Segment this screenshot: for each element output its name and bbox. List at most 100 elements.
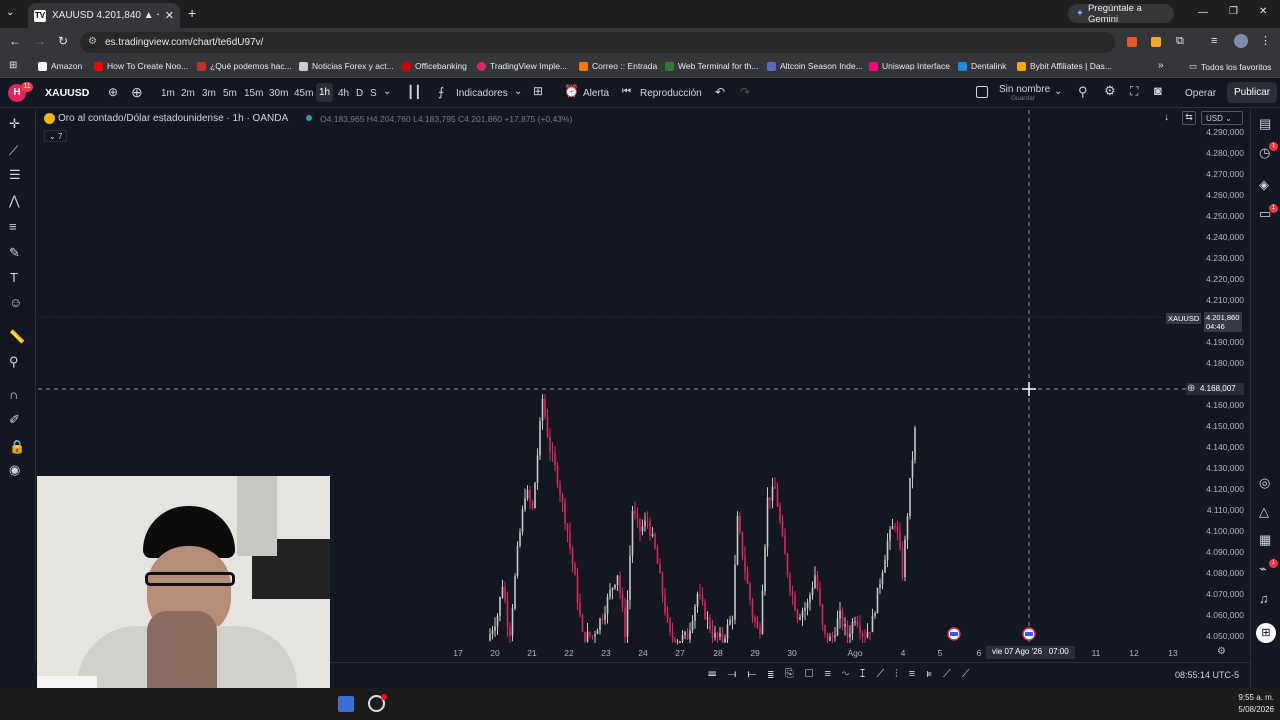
drawing-shortcuts-icon[interactable]: ☰⟞⟝≣⎘▢≡∿ꕯ⟋⫶≡⊧⟋⟋	[708, 668, 980, 681]
bookmark-item[interactable]: Noticias Forex y act...	[299, 61, 394, 71]
tab-close-icon[interactable]: ✕	[165, 9, 174, 22]
position-tool-icon[interactable]: ≡	[9, 219, 17, 234]
apps-menu-icon[interactable]: ⊞	[1256, 623, 1276, 643]
replay-button[interactable]: Reproducción	[640, 88, 702, 99]
tab-menu-icon[interactable]: ⌄	[6, 7, 20, 21]
site-info-icon[interactable]: ⚙	[88, 36, 97, 47]
axis-settings-icon[interactable]: ⚙	[1217, 646, 1226, 657]
tf-30m[interactable]: 30m	[269, 88, 288, 99]
ideas-icon[interactable]: △	[1259, 504, 1269, 520]
emoji-tool-icon[interactable]: ☺	[9, 295, 22, 310]
layout-grid-icon[interactable]: ⊞	[533, 84, 543, 98]
tf-45m[interactable]: 45m	[294, 88, 313, 99]
scale-down-icon[interactable]: ↓	[1164, 112, 1169, 123]
compare-icon[interactable]: ⊕	[108, 85, 118, 99]
legend-title[interactable]: Oro al contado/Dólar estadounidense · 1h…	[58, 113, 288, 124]
publish-button[interactable]: Publicar	[1227, 82, 1278, 103]
symbol-search[interactable]: XAUUSD	[45, 87, 89, 99]
taskbar-time[interactable]: 9:55 a. m.	[1228, 693, 1274, 702]
extension-icon[interactable]	[1151, 37, 1161, 47]
watchlist-icon[interactable]: ▤	[1259, 116, 1271, 132]
stay-drawing-icon[interactable]: ✐	[9, 412, 20, 428]
bookmark-item[interactable]: How To Create Noo...	[94, 61, 188, 71]
scale-sync-icon[interactable]: ⇆	[1182, 111, 1196, 125]
calendar-icon[interactable]: ▦	[1259, 532, 1271, 548]
bookmark-item[interactable]: Dentalink	[958, 61, 1006, 71]
settings-gear-icon[interactable]: ⚙	[1104, 83, 1116, 99]
pattern-tool-icon[interactable]: ⋀	[9, 193, 20, 209]
layout-dropdown-icon[interactable]: ⌄	[1054, 86, 1062, 97]
maximize-icon[interactable]: ❐	[1229, 6, 1238, 17]
crosshair-tool-icon[interactable]: ✛	[9, 116, 20, 132]
candle-type-icon[interactable]: ┃┃	[407, 85, 421, 99]
trendline-tool-icon[interactable]: ⟋	[9, 143, 18, 159]
url-field[interactable]: ⚙ es.tradingview.com/chart/te6dU97v/	[80, 32, 1115, 53]
layout-save-label[interactable]: Guardar	[1011, 95, 1035, 102]
bookmark-item[interactable]: Correo :: Entrada	[579, 61, 657, 71]
tf-4h[interactable]: 4h	[338, 88, 349, 99]
taskbar-date[interactable]: 5/08/2026	[1228, 705, 1274, 714]
tf-2m[interactable]: 2m	[181, 88, 195, 99]
bookmark-item[interactable]: Altcoin Season Inde...	[767, 61, 863, 71]
target-icon[interactable]: ◎	[1259, 475, 1270, 491]
browser-menu-icon[interactable]: ⋮	[1260, 34, 1271, 47]
tf-3m[interactable]: 3m	[202, 88, 216, 99]
media-icon[interactable]: ≡	[1211, 35, 1217, 47]
tf-s[interactable]: S	[370, 88, 377, 99]
lock-icon[interactable]: 🔒	[9, 439, 25, 455]
browser-tab[interactable]: TV XAUUSD 4.201,840 ▲ +3.06% S ✕	[28, 3, 180, 28]
ruler-tool-icon[interactable]: 📏	[9, 329, 25, 345]
tf-15m[interactable]: 15m	[244, 88, 263, 99]
timeframe-dropdown-icon[interactable]: ⌄	[383, 86, 391, 97]
indicators-button[interactable]: Indicadores	[456, 88, 508, 99]
visibility-eye-icon[interactable]: ◉	[9, 462, 20, 478]
magnet-tool-icon[interactable]: ∩	[9, 387, 18, 402]
add-alert-plus-icon[interactable]: ⊕	[1187, 383, 1195, 394]
extensions-puzzle-icon[interactable]: ⧉	[1176, 35, 1184, 48]
minimize-icon[interactable]: —	[1198, 7, 1208, 18]
layout-checkbox-icon[interactable]	[976, 86, 988, 98]
fullscreen-icon[interactable]: ⛶	[1130, 84, 1138, 99]
bookmark-item[interactable]: Uniswap Interface	[869, 61, 950, 71]
quick-search-icon[interactable]: ⚲	[1078, 84, 1088, 100]
fib-tool-icon[interactable]: ☰	[9, 167, 21, 183]
bookmark-item[interactable]: Web Terminal for th...	[665, 61, 758, 71]
redo-icon[interactable]: ↷	[740, 85, 750, 99]
tf-1m[interactable]: 1m	[161, 88, 175, 99]
tf-d[interactable]: D	[356, 88, 363, 99]
zoom-tool-icon[interactable]: ⚲	[9, 354, 19, 370]
tf-5m[interactable]: 5m	[223, 88, 237, 99]
stream-icon[interactable]: ⌁	[1259, 561, 1267, 577]
undo-icon[interactable]: ↶	[715, 85, 725, 99]
currency-select[interactable]: USD ⌄	[1201, 111, 1243, 125]
profile-avatar[interactable]	[1234, 34, 1248, 48]
bookmark-item[interactable]: ¿Qué podemos hac...	[197, 61, 292, 71]
brush-tool-icon[interactable]: ✎	[9, 245, 20, 261]
bookmark-item[interactable]: Bybit Affiliates | Das...	[1017, 61, 1112, 71]
layout-name[interactable]: Sin nombre	[999, 84, 1050, 95]
bookmark-item[interactable]: TradingView Imple...	[477, 61, 567, 71]
notifications-bell-icon[interactable]: ♫	[1259, 591, 1269, 606]
extension-icon[interactable]	[1127, 37, 1137, 47]
alarm-icon[interactable]: ⏰	[564, 84, 579, 98]
layers-icon[interactable]: ◈	[1259, 177, 1269, 193]
bookmark-item[interactable]: Amazon	[38, 61, 82, 71]
indicators-dropdown-icon[interactable]: ⌄	[514, 86, 522, 97]
indicator-collapse-button[interactable]: ⌄ 7	[44, 130, 68, 142]
bookmark-item[interactable]: Officebanking	[402, 61, 467, 71]
apps-grid-icon[interactable]: ⊞	[9, 60, 17, 71]
all-bookmarks-folder[interactable]: ▭ Todos los favoritos	[1189, 61, 1271, 72]
text-tool-icon[interactable]: T	[10, 270, 18, 285]
add-symbol-icon[interactable]: ⊕	[131, 84, 143, 101]
more-bookmarks-icon[interactable]: »	[1158, 60, 1164, 71]
close-window-icon[interactable]: ✕	[1259, 6, 1267, 17]
indicators-icon[interactable]: ⨍	[438, 85, 444, 99]
new-tab-button[interactable]: +	[188, 5, 196, 21]
trade-button[interactable]: Operar	[1185, 88, 1216, 99]
back-icon[interactable]: ←	[9, 34, 21, 48]
session-clock[interactable]: 08:55:14 UTC-5	[1175, 670, 1239, 680]
alert-button[interactable]: Alerta	[583, 88, 609, 99]
camera-snapshot-icon[interactable]: ◙	[1154, 83, 1162, 98]
forward-icon[interactable]: →	[34, 34, 46, 48]
tf-1h-active[interactable]: 1h	[316, 83, 334, 102]
